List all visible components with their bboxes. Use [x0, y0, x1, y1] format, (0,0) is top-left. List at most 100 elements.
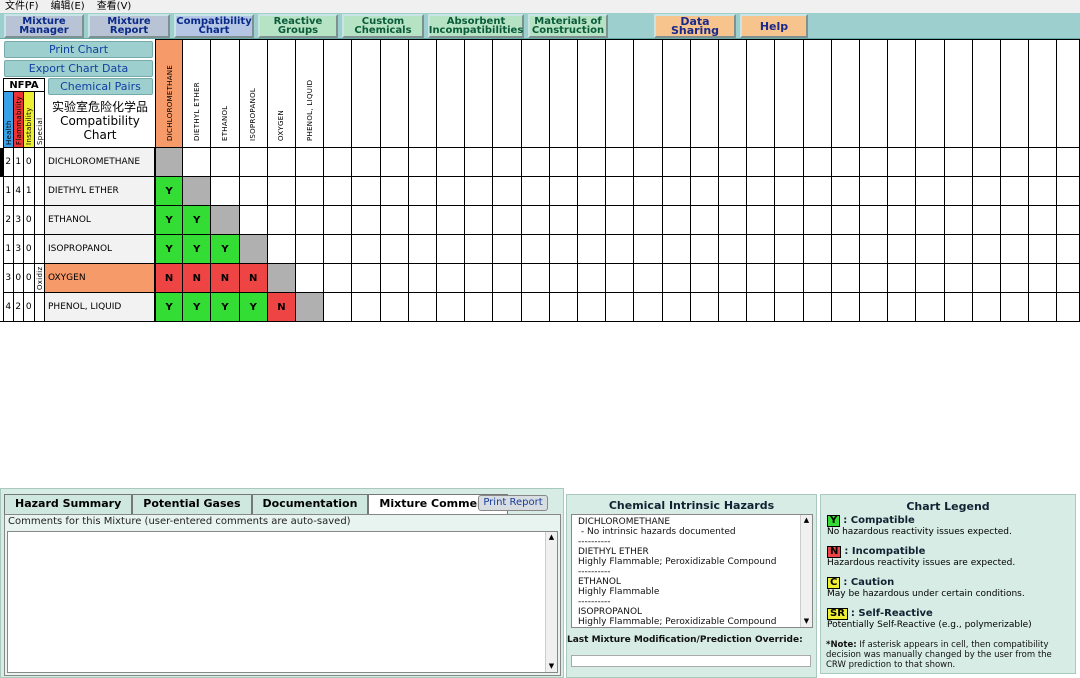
- empty-column-header: [549, 40, 578, 148]
- chart-cell-empty: [690, 177, 719, 206]
- nav-data-sharing[interactable]: Data Sharing: [654, 14, 736, 38]
- legend-swatch: N: [827, 546, 842, 558]
- tab-documentation[interactable]: Documentation: [251, 494, 369, 514]
- nav-compatibility-chart[interactable]: Compatibility Chart: [174, 14, 254, 38]
- intrinsic-hazards-list[interactable]: DICHLOROMETHANE - No intrinsic hazards d…: [571, 514, 813, 628]
- menu-edit[interactable]: 编辑(E): [51, 0, 85, 13]
- row-chemical-name[interactable]: PHENOL, LIQUID: [45, 293, 155, 322]
- scroll-down-icon[interactable]: ▼: [801, 616, 812, 627]
- override-field[interactable]: [571, 655, 811, 667]
- chart-cell-empty: [578, 264, 607, 293]
- chart-cell-empty: [888, 148, 917, 177]
- chart-cell-compatible[interactable]: Y: [211, 293, 240, 322]
- print-report-button[interactable]: Print Report: [478, 495, 548, 511]
- comments-scrollbar[interactable]: ▲ ▼: [545, 532, 557, 672]
- chart-cell-empty: [831, 206, 860, 235]
- chart-cell-empty: [1029, 235, 1058, 264]
- chart-cell-empty: [831, 264, 860, 293]
- row-chemical-name[interactable]: ETHANOL: [45, 206, 155, 235]
- nav-help[interactable]: Help: [740, 14, 808, 38]
- legend-item: C: Caution May be hazardous under certain…: [827, 577, 1025, 599]
- column-header-label: OXYGEN: [277, 109, 286, 141]
- chart-cell-empty: [1001, 177, 1030, 206]
- nav-mixture-report[interactable]: Mixture Report: [88, 14, 170, 38]
- chart-cell-compatible[interactable]: Y: [211, 235, 240, 264]
- chart-cell-empty: [408, 264, 437, 293]
- chart-cell-empty: [662, 206, 691, 235]
- chart-cell-empty: [1001, 293, 1030, 322]
- chemical-pairs-button[interactable]: Chemical Pairs: [48, 78, 153, 95]
- chart-cell-incompatible[interactable]: N: [267, 293, 296, 322]
- chart-cell-compatible[interactable]: Y: [155, 235, 184, 264]
- scroll-up-icon[interactable]: ▲: [546, 532, 557, 543]
- nav-materials-of-construction[interactable]: Materials of Construction: [528, 14, 608, 38]
- export-chart-data-button[interactable]: Export Chart Data: [4, 60, 153, 77]
- row-chemical-name[interactable]: OXYGEN: [45, 264, 155, 293]
- column-header[interactable]: OXYGEN: [267, 40, 296, 148]
- nfpa-special-value: [34, 177, 45, 206]
- chart-cell-empty: [493, 177, 522, 206]
- column-header[interactable]: DIETHYL ETHER: [183, 40, 212, 148]
- chart-cell-compatible[interactable]: Y: [155, 293, 184, 322]
- menu-view[interactable]: 查看(V): [97, 0, 132, 13]
- chart-cell-diagonal[interactable]: [211, 206, 240, 235]
- chart-cell-empty: [775, 293, 804, 322]
- chart-cell-empty: [1029, 264, 1058, 293]
- chart-cell-compatible[interactable]: Y: [239, 293, 268, 322]
- chart-cell-empty: [634, 148, 663, 177]
- legend-description: No hazardous reactivity issues expected.: [827, 527, 1012, 537]
- column-header[interactable]: DICHLOROMETHANE: [155, 40, 184, 148]
- hazards-scrollbar[interactable]: ▲ ▼: [800, 515, 812, 627]
- chart-cell-empty: [1057, 264, 1080, 293]
- chart-cell-diagonal[interactable]: [155, 148, 184, 177]
- chart-cell-diagonal[interactable]: [183, 177, 212, 206]
- chart-cell-incompatible[interactable]: N: [239, 264, 268, 293]
- chart-cell-compatible[interactable]: Y: [183, 235, 212, 264]
- chart-cell-diagonal[interactable]: [267, 264, 296, 293]
- empty-column-header: [521, 40, 550, 148]
- column-header[interactable]: ISOPROPANOL: [239, 40, 268, 148]
- row-chemical-name[interactable]: ISOPROPANOL: [45, 235, 155, 264]
- nfpa-instability-header: Instability: [24, 92, 35, 148]
- chart-cell-incompatible[interactable]: N: [211, 264, 240, 293]
- chart-cell-compatible[interactable]: Y: [183, 293, 212, 322]
- nav-absorbent-incompatibilities[interactable]: Absorbent Incompatibilities: [428, 14, 524, 38]
- print-chart-button[interactable]: Print Chart: [4, 41, 153, 58]
- hazard-line: - No intrinsic hazards documented: [578, 527, 736, 537]
- column-header[interactable]: PHENOL, LIQUID: [296, 40, 325, 148]
- chart-cell-compatible[interactable]: Y: [155, 177, 184, 206]
- column-header-label: ETHANOL: [220, 105, 229, 142]
- chart-cell-empty: [916, 235, 945, 264]
- column-header[interactable]: ETHANOL: [211, 40, 240, 148]
- chart-cell-diagonal[interactable]: [296, 293, 325, 322]
- scroll-down-icon[interactable]: ▼: [546, 661, 557, 672]
- chart-cell-empty: [578, 293, 607, 322]
- nav-reactive-groups[interactable]: Reactive Groups: [258, 14, 338, 38]
- chart-cell-compatible[interactable]: Y: [183, 206, 212, 235]
- intrinsic-hazards-title: Chemical Intrinsic Hazards: [608, 499, 775, 512]
- menu-file[interactable]: 文件(F): [5, 0, 39, 13]
- chart-cell-empty: [775, 177, 804, 206]
- chart-cell-incompatible[interactable]: N: [183, 264, 212, 293]
- chart-cell-empty: [1001, 264, 1030, 293]
- comments-textarea[interactable]: ▲ ▼: [7, 531, 558, 673]
- chart-cell-empty: [380, 235, 409, 264]
- nav-custom-chemicals[interactable]: Custom Chemicals: [342, 14, 424, 38]
- nav-mixture-manager[interactable]: Mixture Manager: [4, 14, 84, 38]
- chart-cell-incompatible[interactable]: N: [155, 264, 184, 293]
- row-chemical-name[interactable]: DICHLOROMETHANE: [45, 148, 155, 177]
- chart-cell-empty: [296, 235, 325, 264]
- row-chemical-name[interactable]: DIETHYL ETHER: [45, 177, 155, 206]
- chart-cell-compatible[interactable]: Y: [155, 206, 184, 235]
- chart-cell-empty: [408, 177, 437, 206]
- comments-box: Comments for this Mixture (user-entered …: [4, 514, 561, 676]
- legend-swatch: SR: [827, 608, 848, 620]
- scroll-up-icon[interactable]: ▲: [801, 515, 812, 526]
- tab-hazard-summary[interactable]: Hazard Summary: [4, 494, 133, 514]
- tab-potential-gases[interactable]: Potential Gases: [132, 494, 252, 514]
- nfpa-instability-header-label: Instability: [25, 107, 33, 145]
- chart-legend-panel: Chart Legend Y: Compatible No hazardous r…: [820, 494, 1076, 674]
- chart-cell-empty: [860, 235, 889, 264]
- chart-cell-empty: [493, 293, 522, 322]
- chart-cell-diagonal[interactable]: [239, 235, 268, 264]
